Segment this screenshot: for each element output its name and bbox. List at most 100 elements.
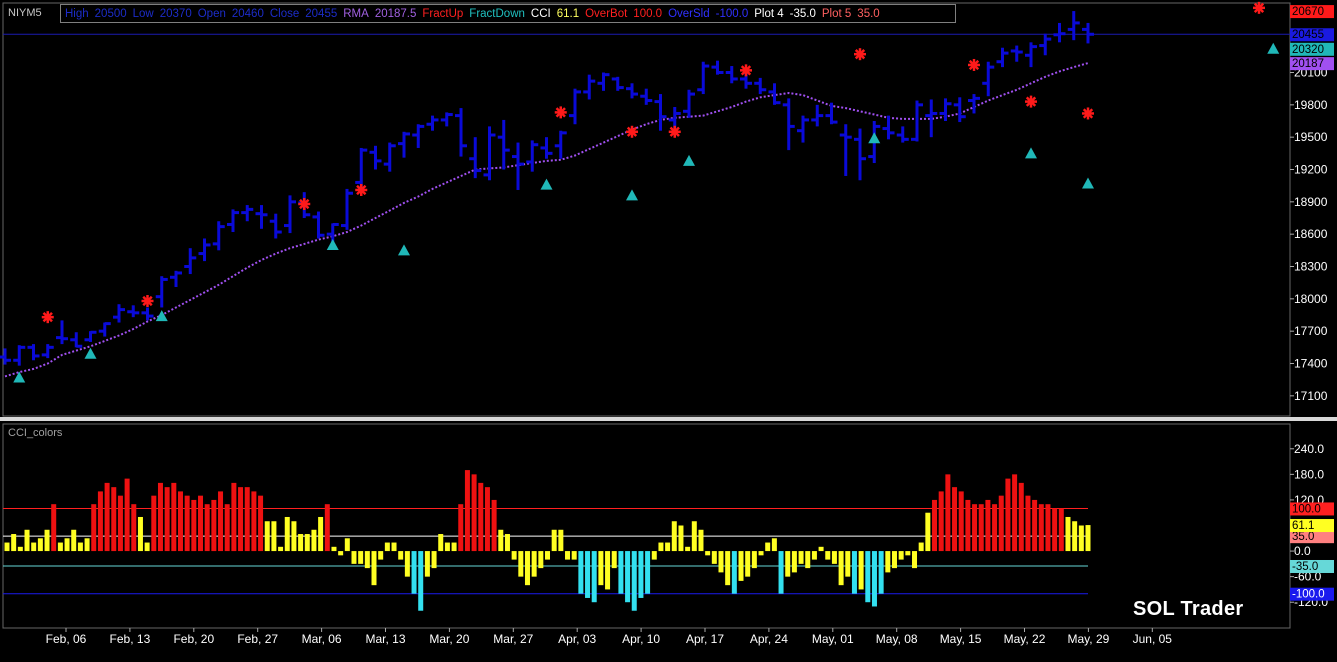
cci-bar bbox=[912, 551, 918, 569]
date-label: May, 08 bbox=[876, 632, 918, 646]
cci-bar bbox=[645, 551, 651, 594]
date-label: Jun, 05 bbox=[1133, 632, 1173, 646]
cci-bar bbox=[1045, 504, 1051, 552]
fract-up-marker bbox=[1025, 95, 1037, 108]
cci-bar bbox=[57, 542, 63, 552]
ohlc-bar bbox=[255, 205, 268, 229]
cci-bar bbox=[992, 504, 998, 552]
ohlc-bar bbox=[953, 97, 966, 123]
cci-tick-label: 240.0 bbox=[1294, 442, 1324, 456]
cci-bar bbox=[818, 546, 824, 552]
cci-bar bbox=[1072, 521, 1078, 552]
cci-bar bbox=[278, 546, 284, 552]
fract-down-marker bbox=[398, 244, 410, 256]
cci-bar bbox=[918, 542, 924, 552]
brand-watermark: SOL Trader bbox=[1133, 598, 1244, 620]
cci-bar bbox=[665, 542, 671, 552]
cci-bar bbox=[685, 546, 691, 552]
cci-tag-label: 35.0 bbox=[1292, 531, 1314, 543]
cci-bar bbox=[618, 551, 624, 594]
cci-bar bbox=[131, 504, 137, 552]
cci-bar bbox=[805, 551, 811, 569]
price-tag-label: 20670 bbox=[1292, 6, 1324, 18]
cci-bar bbox=[324, 504, 330, 552]
cci-tag-label: -35.0 bbox=[1292, 561, 1318, 573]
ohlc-bar bbox=[426, 115, 439, 131]
cci-bar bbox=[771, 538, 777, 552]
cci-bar bbox=[251, 491, 257, 552]
cci-bar bbox=[578, 551, 584, 594]
fract-down-marker bbox=[1025, 147, 1037, 159]
cci-bar bbox=[37, 538, 43, 552]
cci-bar bbox=[284, 516, 290, 552]
cci-bar bbox=[224, 504, 230, 552]
cci-bar bbox=[1058, 508, 1064, 552]
cci-bar bbox=[978, 504, 984, 552]
price-tick-label: 17400 bbox=[1294, 357, 1328, 371]
ohlc-bar bbox=[0, 348, 11, 365]
ohlc-bar bbox=[27, 344, 40, 361]
ohlc-bar bbox=[797, 115, 809, 143]
cci-bar bbox=[198, 495, 204, 552]
legend-item: -100.0 bbox=[715, 8, 749, 20]
legend-item: FractDown bbox=[469, 8, 525, 20]
cci-bar bbox=[698, 529, 704, 552]
cci-bar bbox=[731, 551, 737, 594]
cci-bar bbox=[1038, 504, 1044, 552]
fract-up-core bbox=[301, 200, 308, 207]
cci-bar bbox=[958, 491, 964, 552]
cci-bar bbox=[738, 551, 744, 581]
date-label: Mar, 13 bbox=[365, 632, 405, 646]
ohlc-bar bbox=[241, 205, 254, 222]
cci-bar bbox=[751, 551, 757, 569]
cci-bar bbox=[191, 499, 197, 552]
fract-up-marker bbox=[668, 125, 681, 138]
cci-bar bbox=[745, 551, 751, 577]
cci-bar bbox=[785, 551, 791, 577]
cci-bar bbox=[571, 551, 577, 560]
cci-bar bbox=[77, 542, 83, 552]
ohlc-bar bbox=[56, 320, 68, 345]
ohlc-bar bbox=[1025, 42, 1037, 68]
indicator-title: CCI_colors bbox=[8, 427, 63, 439]
cci-bar bbox=[678, 525, 684, 552]
ohlc-bar bbox=[896, 126, 909, 143]
ohlc-bar bbox=[697, 61, 710, 95]
cci-bar bbox=[725, 551, 731, 586]
cci-bar bbox=[264, 521, 270, 552]
cci-bar bbox=[952, 487, 958, 552]
cci-bar bbox=[184, 495, 190, 552]
legend-item: OverSld bbox=[668, 8, 710, 20]
cci-bar bbox=[144, 542, 150, 552]
ohlc-bar bbox=[184, 248, 197, 275]
cci-bar bbox=[638, 551, 644, 598]
price-tick-label: 18900 bbox=[1294, 195, 1328, 209]
fract-up-marker bbox=[554, 106, 567, 119]
ohlc-bar bbox=[782, 98, 795, 151]
ohlc-bar bbox=[882, 115, 895, 140]
price-legend: High 20500 Low 20370 Open 20460 Close 20455 RMA 2… bbox=[60, 4, 956, 23]
ohlc-bar bbox=[925, 99, 938, 138]
cci-bar bbox=[311, 529, 317, 552]
ohlc-bar bbox=[540, 137, 553, 159]
fract-up-core bbox=[1085, 110, 1091, 117]
cci-bar bbox=[358, 551, 364, 564]
cci-bar bbox=[491, 499, 497, 552]
date-label: Apr, 03 bbox=[558, 632, 596, 646]
cci-bar bbox=[157, 482, 163, 552]
ohlc-bar bbox=[711, 60, 724, 75]
cci-bar bbox=[171, 482, 177, 552]
ohlc-bar bbox=[911, 100, 923, 142]
cci-bar bbox=[111, 487, 117, 552]
legend-item: FractUp bbox=[422, 8, 464, 20]
cci-bar bbox=[691, 521, 697, 552]
ohlc-bar bbox=[141, 307, 154, 321]
price-tick-label: 17100 bbox=[1294, 389, 1328, 403]
ohlc-bar bbox=[1053, 22, 1066, 43]
price-tag-label: 20320 bbox=[1292, 44, 1324, 56]
fract-up-marker bbox=[298, 197, 311, 210]
cci-bar bbox=[758, 551, 764, 556]
legend-item: CCI bbox=[530, 8, 551, 20]
cci-bar bbox=[391, 542, 397, 552]
cci-bar bbox=[1065, 516, 1071, 552]
